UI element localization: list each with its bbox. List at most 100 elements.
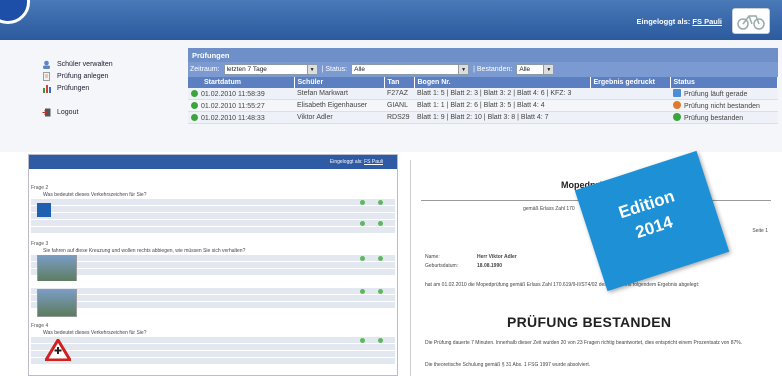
- login-user-link[interactable]: FS Pauli: [692, 17, 722, 26]
- cell-status: Prüfung nicht bestanden: [684, 103, 760, 110]
- table-row[interactable]: 01.02.2010 11:48:33 Viktor Adler RDS29 B…: [188, 111, 778, 124]
- table-row[interactable]: 01.02.2010 11:58:39 Stefan Markwart F27A…: [188, 88, 778, 100]
- sidebar-item-pruefung-anlegen[interactable]: Prüfung anlegen: [42, 72, 108, 81]
- failed-icon: [673, 101, 681, 109]
- login-user-link[interactable]: FS Pauli: [364, 159, 383, 165]
- answer-option[interactable]: [31, 220, 395, 227]
- cell-status: Prüfung bestanden: [684, 115, 744, 122]
- play-icon: [191, 101, 198, 109]
- sidebar-item-logout[interactable]: Logout: [42, 108, 78, 117]
- name-label: Name:: [425, 254, 440, 260]
- status-label: | Status:: [321, 66, 348, 73]
- dob-value: 18.08.1990: [477, 263, 503, 269]
- answer-option[interactable]: [31, 213, 395, 220]
- sidebar-item-label: Schüler verwalten: [57, 61, 113, 68]
- question-block: Frage 4 Was bedeutet dieses Verkehrszeic…: [31, 323, 395, 365]
- bike-icon: [732, 8, 770, 34]
- answer-option[interactable]: [31, 358, 395, 365]
- answer-option[interactable]: [31, 227, 395, 234]
- cell-tan: GIANL: [384, 99, 414, 112]
- column-header[interactable]: Schüler: [294, 77, 385, 88]
- warning-sign-icon: [45, 339, 71, 361]
- zeitraum-label: Zeitraum:: [190, 66, 220, 73]
- cell-date: 01.02.2010 11:55:27: [201, 102, 265, 110]
- zeitraum-value: letzten 7 Tage: [226, 66, 267, 73]
- question-title: Was bedeutet dieses Verkehrszeichen für …: [31, 192, 395, 199]
- logout-icon: [42, 108, 51, 117]
- filter-bar: Zeitraum: letzten 7 Tage ▼ | Status: All…: [188, 62, 778, 77]
- table-header-row: Startdatum Schüler Tan Bogen Nr. Ergebni…: [188, 77, 778, 88]
- cell-bogen: Blatt 1: 9 | Blatt 2: 10 | Blatt 3: 8 | …: [414, 111, 590, 124]
- chevron-down-icon: ▼: [543, 65, 554, 74]
- panel-title: Prüfungen: [188, 48, 778, 62]
- column-header[interactable]: Startdatum: [188, 77, 295, 88]
- play-icon: [191, 89, 198, 97]
- chevron-down-icon: ▼: [306, 65, 317, 74]
- bestanden-label: | Bestanden:: [473, 66, 513, 73]
- cell-printed: [590, 99, 670, 112]
- answer-option[interactable]: [31, 337, 395, 344]
- intro-text: hat am 01.02.2010 die Mopedprüfung gemäß…: [425, 282, 700, 288]
- question-title: Sie fahren auf diese Kreuzung und wollen…: [31, 248, 395, 255]
- question-title: [31, 281, 395, 288]
- questionnaire-header: Eingeloggt als: FS Pauli: [29, 155, 397, 169]
- pruefungen-panel: Prüfungen Zeitraum: letzten 7 Tage ▼ | S…: [188, 48, 778, 152]
- status-select[interactable]: Alle ▼: [351, 64, 470, 75]
- document-icon: [42, 72, 51, 81]
- question-number: Frage 2: [31, 185, 49, 191]
- cell-tan: F27AZ: [384, 88, 414, 100]
- login-label: Eingeloggt als:: [329, 159, 363, 165]
- sidebar-item-schueler[interactable]: Schüler verwalten: [42, 60, 113, 69]
- play-icon: [191, 113, 198, 121]
- cell-status: Prüfung läuft gerade: [684, 91, 748, 98]
- name-value: Herr Viktor Adler: [477, 254, 517, 260]
- bar-chart-icon: [42, 84, 51, 93]
- logo-icon: [0, 0, 30, 24]
- table-row[interactable]: 01.02.2010 11:55:27 Elisabeth Eigenhause…: [188, 99, 778, 112]
- answer-option[interactable]: [31, 344, 395, 351]
- answer-option[interactable]: [31, 351, 395, 358]
- column-header[interactable]: Status: [670, 77, 778, 88]
- sidebar-item-label: Prüfung anlegen: [57, 73, 109, 80]
- answer-option[interactable]: [31, 206, 395, 213]
- traffic-sign-icon: [37, 203, 51, 217]
- answer-option[interactable]: [31, 288, 395, 295]
- page-number: Seite 1: [752, 228, 768, 234]
- answer-option[interactable]: [31, 269, 395, 276]
- sidebar-item-label: Prüfungen: [57, 85, 90, 92]
- question-block: Frage 3 Sie fahren auf diese Kreuzung un…: [31, 241, 395, 283]
- footer-text: Die theoretische Schulung gemäß § 31 Abs…: [425, 362, 591, 368]
- column-header[interactable]: Tan: [384, 77, 415, 88]
- scene-image: [37, 255, 77, 283]
- question-block: Frage 2 Was bedeutet dieses Verkehrszeic…: [31, 185, 395, 234]
- detail-text: Die Prüfung dauerte 7 Minuten. Innerhalb…: [425, 340, 743, 346]
- zeitraum-select[interactable]: letzten 7 Tage ▼: [223, 64, 318, 75]
- cell-date: 01.02.2010 11:58:39: [201, 90, 265, 98]
- chevron-down-icon: ▼: [458, 65, 469, 74]
- sidebar-nav: Schüler verwalten Prüfung anlegen Prüfun…: [30, 46, 180, 132]
- login-label: Eingeloggt als:: [636, 17, 691, 26]
- document-subtitle: gemäß Erlass Zahl 170: [523, 206, 575, 212]
- dob-label: Geburtsdatum:: [425, 263, 459, 269]
- answer-option[interactable]: [31, 255, 395, 262]
- users-icon: [42, 60, 51, 69]
- status-value: Alle: [354, 66, 365, 73]
- cell-student: Viktor Adler: [294, 111, 384, 124]
- cell-date: 01.02.2010 11:48:33: [201, 114, 265, 122]
- column-header[interactable]: Ergebnis gedruckt: [590, 77, 671, 88]
- result-heading: PRÜFUNG BESTANDEN: [507, 314, 672, 330]
- cell-student: Stefan Markwart: [294, 88, 384, 100]
- running-icon: [673, 89, 681, 97]
- column-header[interactable]: Bogen Nr.: [414, 77, 591, 88]
- question-number: Frage 3: [31, 241, 49, 247]
- login-status: Eingeloggt als: FS Pauli: [637, 17, 722, 26]
- bestanden-select[interactable]: Alle ▼: [516, 64, 555, 75]
- answer-option[interactable]: [31, 295, 395, 302]
- answer-option[interactable]: [31, 199, 395, 206]
- bestanden-value: Alle: [519, 66, 531, 73]
- answer-option[interactable]: [31, 302, 395, 309]
- answer-option[interactable]: [31, 262, 395, 269]
- cell-printed: [590, 111, 670, 124]
- sidebar-item-pruefungen[interactable]: Prüfungen: [42, 84, 89, 93]
- app-header: Eingeloggt als: FS Pauli: [0, 0, 782, 40]
